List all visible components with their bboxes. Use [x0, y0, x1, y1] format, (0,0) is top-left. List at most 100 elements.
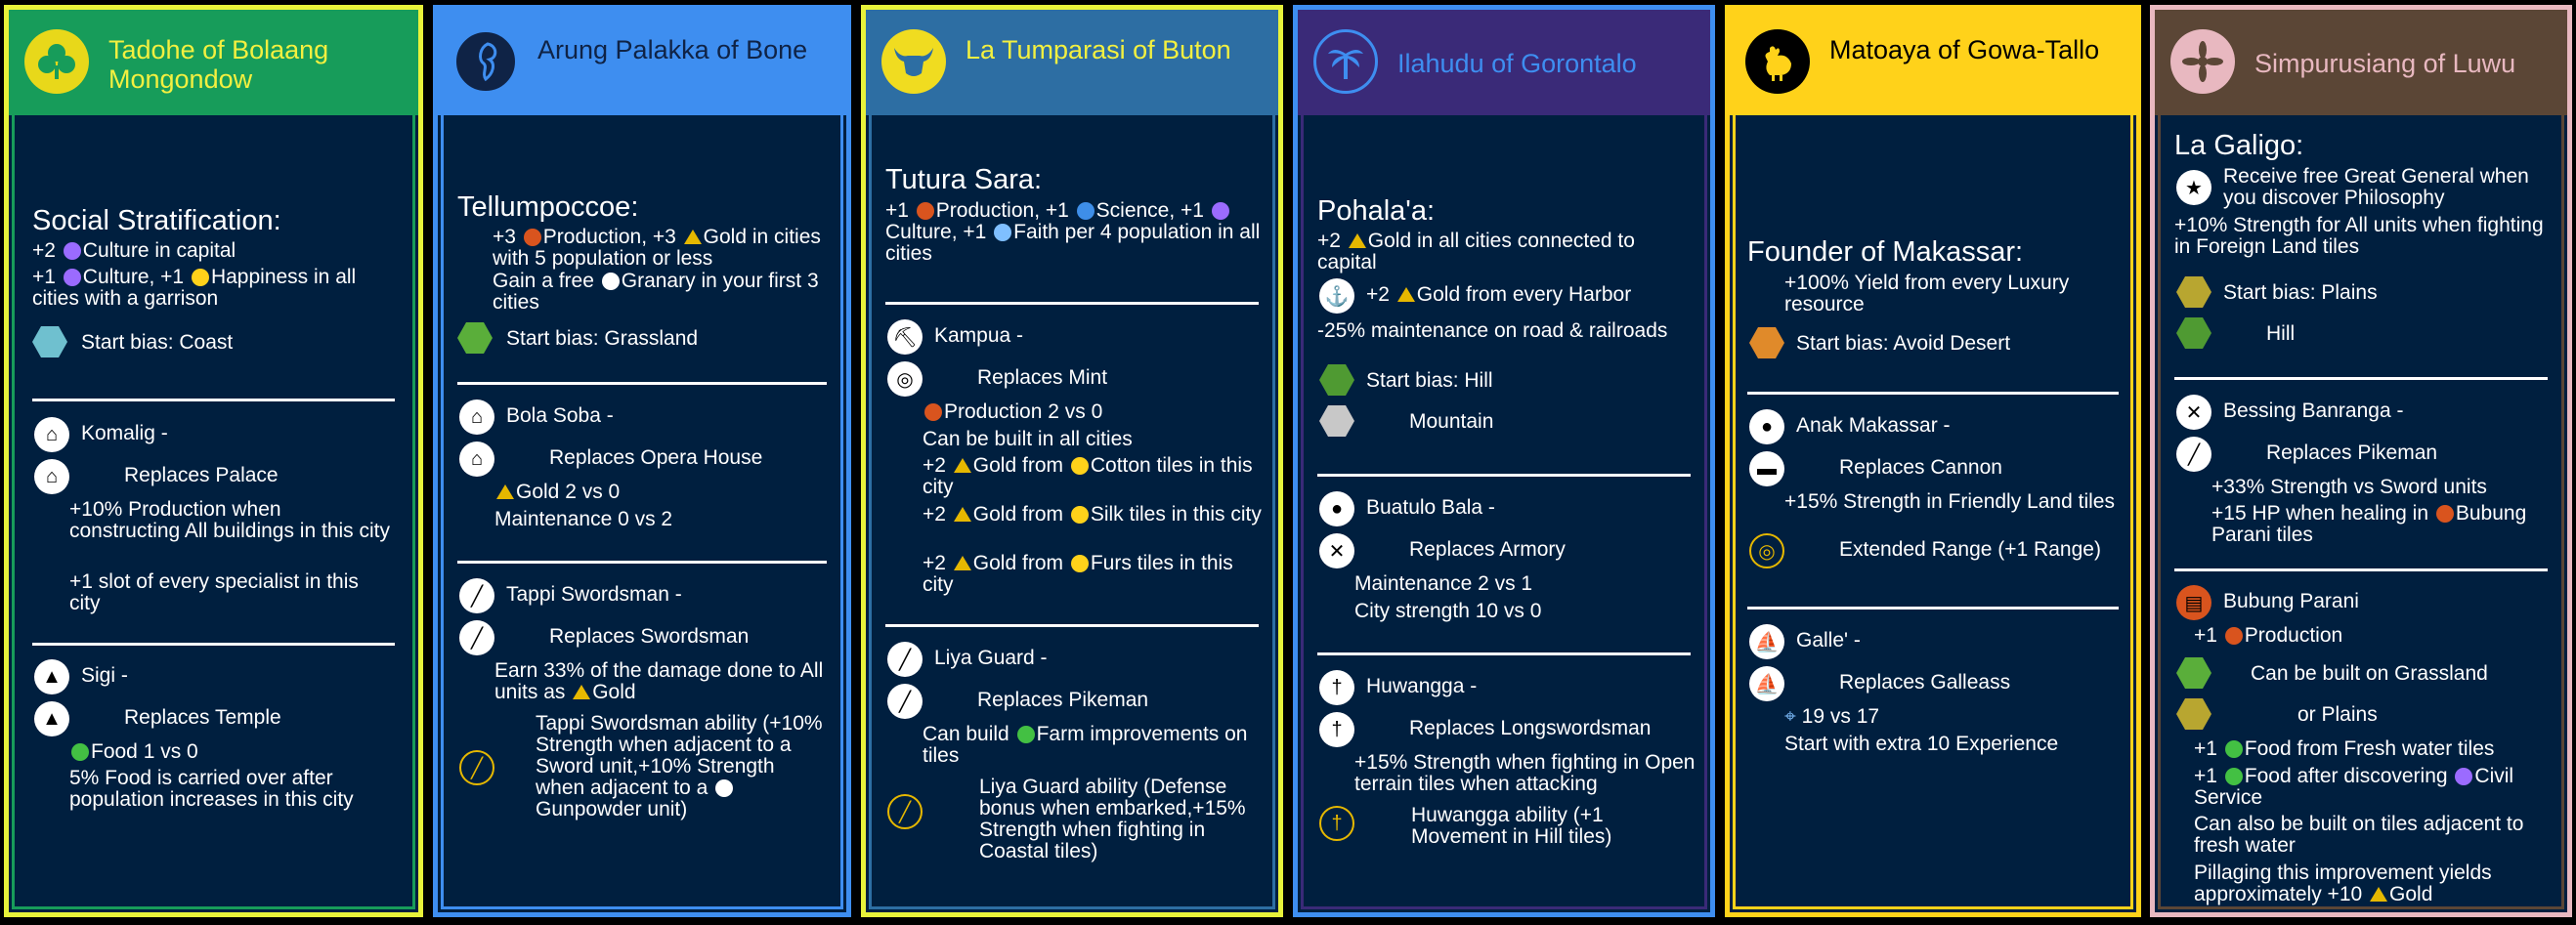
rooster-emblem-icon	[1745, 29, 1810, 94]
card-body: Social Stratification: +2 Culture in cap…	[12, 115, 415, 909]
promotion-icon: ╱	[459, 750, 494, 785]
gold-icon	[2370, 887, 2388, 902]
replaces-text: Replaces Longswordsman	[1409, 717, 1652, 739]
unique-name: Galle' -	[1796, 629, 1861, 652]
start-bias: Start bias: Avoid Desert	[1796, 332, 2011, 355]
civ-header: Simpurusiang of Luwu	[2155, 10, 2567, 115]
unique-desc: Pillaging this improvement yields approx…	[2194, 862, 2498, 905]
gold-icon	[1396, 287, 1415, 302]
unique-desc: Huwangga ability (+1 Movement in Hill ti…	[1411, 804, 1612, 848]
hill-hex-icon	[1319, 364, 1354, 396]
card-body: Tutura Sara: +1 Production, +1 Science, …	[869, 115, 1275, 909]
culture-icon	[63, 242, 81, 260]
card-body: La Galigo: ★ Receive free Great General …	[2158, 115, 2564, 909]
start-bias: Mountain	[1409, 410, 1494, 433]
civ-name: La Tumparasi of Buton	[966, 35, 1231, 64]
start-bias: Start bias: Grassland	[506, 327, 699, 350]
card-body: Founder of Makassar: +100% Yield from ev…	[1733, 115, 2133, 909]
promotion-icon: ╱	[887, 794, 923, 829]
divider	[1317, 474, 1691, 477]
replaces-text: Replaces Opera House	[549, 446, 763, 469]
gold-icon	[953, 556, 971, 570]
unique-desc: Can build Farm improvements on tiles	[923, 723, 1254, 767]
unique-desc: Production 2 vs 0	[923, 401, 1102, 423]
replaces-text: Replaces Mint	[977, 366, 1108, 389]
unique-desc: Can be built in all cities	[923, 428, 1133, 450]
unique-desc: Gold 2 vs 0	[494, 482, 620, 503]
bubung-parani-icon: ▤	[2176, 585, 2211, 620]
unique-name: Bessing Banranga -	[2223, 399, 2404, 422]
civ-card-arung-palakka: Arung Palakka of Bone Tellumpoccoe: +3 P…	[433, 5, 851, 917]
unique-name: Huwangga -	[1366, 675, 1478, 697]
civ-name: Ilahudu of Gorontalo	[1397, 49, 1637, 78]
divider	[885, 302, 1259, 305]
mint-icon: ◎	[887, 361, 923, 397]
opera-house-icon: ⌂	[459, 441, 494, 477]
furs-icon	[1070, 555, 1089, 572]
buffalo-emblem-icon	[881, 29, 946, 94]
unique-desc: Tappi Swordsman ability (+10% Strength w…	[536, 712, 829, 820]
gold-icon	[573, 685, 591, 699]
divider	[32, 399, 395, 401]
unique-desc: +15% Strength in Friendly Land tiles	[1784, 490, 2115, 513]
palace-icon: ⌂	[34, 417, 69, 452]
ability-title: Pohala'a:	[1317, 195, 1436, 227]
replaces-text: Replaces Armory	[1409, 538, 1566, 561]
civ-name: Simpurusiang of Luwu	[2254, 49, 2516, 78]
unique-name: Komalig -	[81, 422, 168, 444]
replaces-text: Replaces Temple	[124, 706, 281, 729]
food-icon	[71, 743, 89, 761]
civ-card-ilahudu: Ilahudu of Gorontalo Pohala'a: +2 Gold i…	[1293, 5, 1715, 917]
grassland-hex-icon	[2176, 657, 2211, 689]
civ-name: Matoaya of Gowa-Tallo	[1829, 35, 2100, 64]
cotton-icon	[1070, 457, 1089, 475]
unique-desc: Can be built on Grassland	[2251, 662, 2488, 685]
longsword-icon: †	[1319, 670, 1354, 705]
ability-line: +2 Gold from every Harbor	[1366, 283, 1632, 306]
ability-line: +1 Culture, +1 Happiness in all cities w…	[32, 266, 363, 310]
gunpowder-icon	[715, 779, 734, 797]
civ-header: Tadohe of Bolaang Mongondow	[9, 10, 418, 115]
gold-icon	[1348, 233, 1366, 248]
divider	[1747, 607, 2119, 610]
divider	[457, 561, 827, 564]
temple-icon: ▲	[34, 701, 69, 736]
unique-desc: City strength 10 vs 0	[1354, 600, 1542, 622]
unique-name: Bola Soba -	[506, 404, 614, 427]
ability-line: Receive free Great General when you disc…	[2223, 165, 2535, 209]
clover-emblem-icon	[24, 29, 89, 94]
plains-hex-icon	[2176, 276, 2211, 308]
replaces-text: Replaces Swordsman	[549, 625, 750, 648]
crossed-spears-icon: ✕	[2176, 395, 2211, 430]
ability-line: -25% maintenance on road & railroads	[1317, 319, 1668, 342]
mountain-hex-icon	[1319, 405, 1354, 437]
ability-line: +2 Culture in capital	[32, 239, 236, 262]
unique-desc: Extended Range (+1 Range)	[1839, 538, 2101, 561]
cannon-icon: ●	[1749, 409, 1784, 444]
avoid-desert-hex-icon	[1749, 327, 1784, 358]
silk-icon	[1070, 506, 1089, 524]
great-general-icon: ★	[2176, 170, 2211, 205]
civ-card-matoaya: Matoaya of Gowa-Tallo Founder of Makassa…	[1725, 5, 2141, 917]
mint-icon: ⛏	[887, 319, 923, 355]
bubung-parani-icon	[2435, 505, 2454, 523]
range-promotion-icon: ◎	[1749, 533, 1784, 568]
civ-name: Arung Palakka of Bone	[537, 35, 808, 64]
unique-desc: +1 Food from Fresh water tiles	[2194, 737, 2495, 760]
civ-card-simpurusiang: Simpurusiang of Luwu La Galigo: ★ Receiv…	[2150, 5, 2572, 917]
ability-title: Founder of Makassar:	[1747, 236, 2024, 268]
cannon-icon: ▬	[1749, 451, 1784, 486]
civ-header: La Tumparasi of Buton	[866, 10, 1278, 115]
unique-name: Anak Makassar -	[1796, 414, 1951, 437]
food-icon	[2224, 740, 2243, 758]
divider	[1747, 392, 2119, 395]
unique-desc: +1 slot of every specialist in this city	[69, 570, 365, 614]
unique-desc: ⌖ 19 vs 17	[1784, 705, 1880, 728]
gold-icon	[496, 484, 514, 499]
civ-header: Ilahudu of Gorontalo	[1298, 10, 1710, 115]
divider	[2174, 377, 2548, 380]
galleass-icon: ⛵	[1749, 666, 1784, 701]
unique-desc: +10% Production when constructing All bu…	[69, 498, 390, 542]
culture-icon	[63, 269, 81, 286]
unique-desc: +33% Strength vs Sword units	[2211, 476, 2487, 498]
